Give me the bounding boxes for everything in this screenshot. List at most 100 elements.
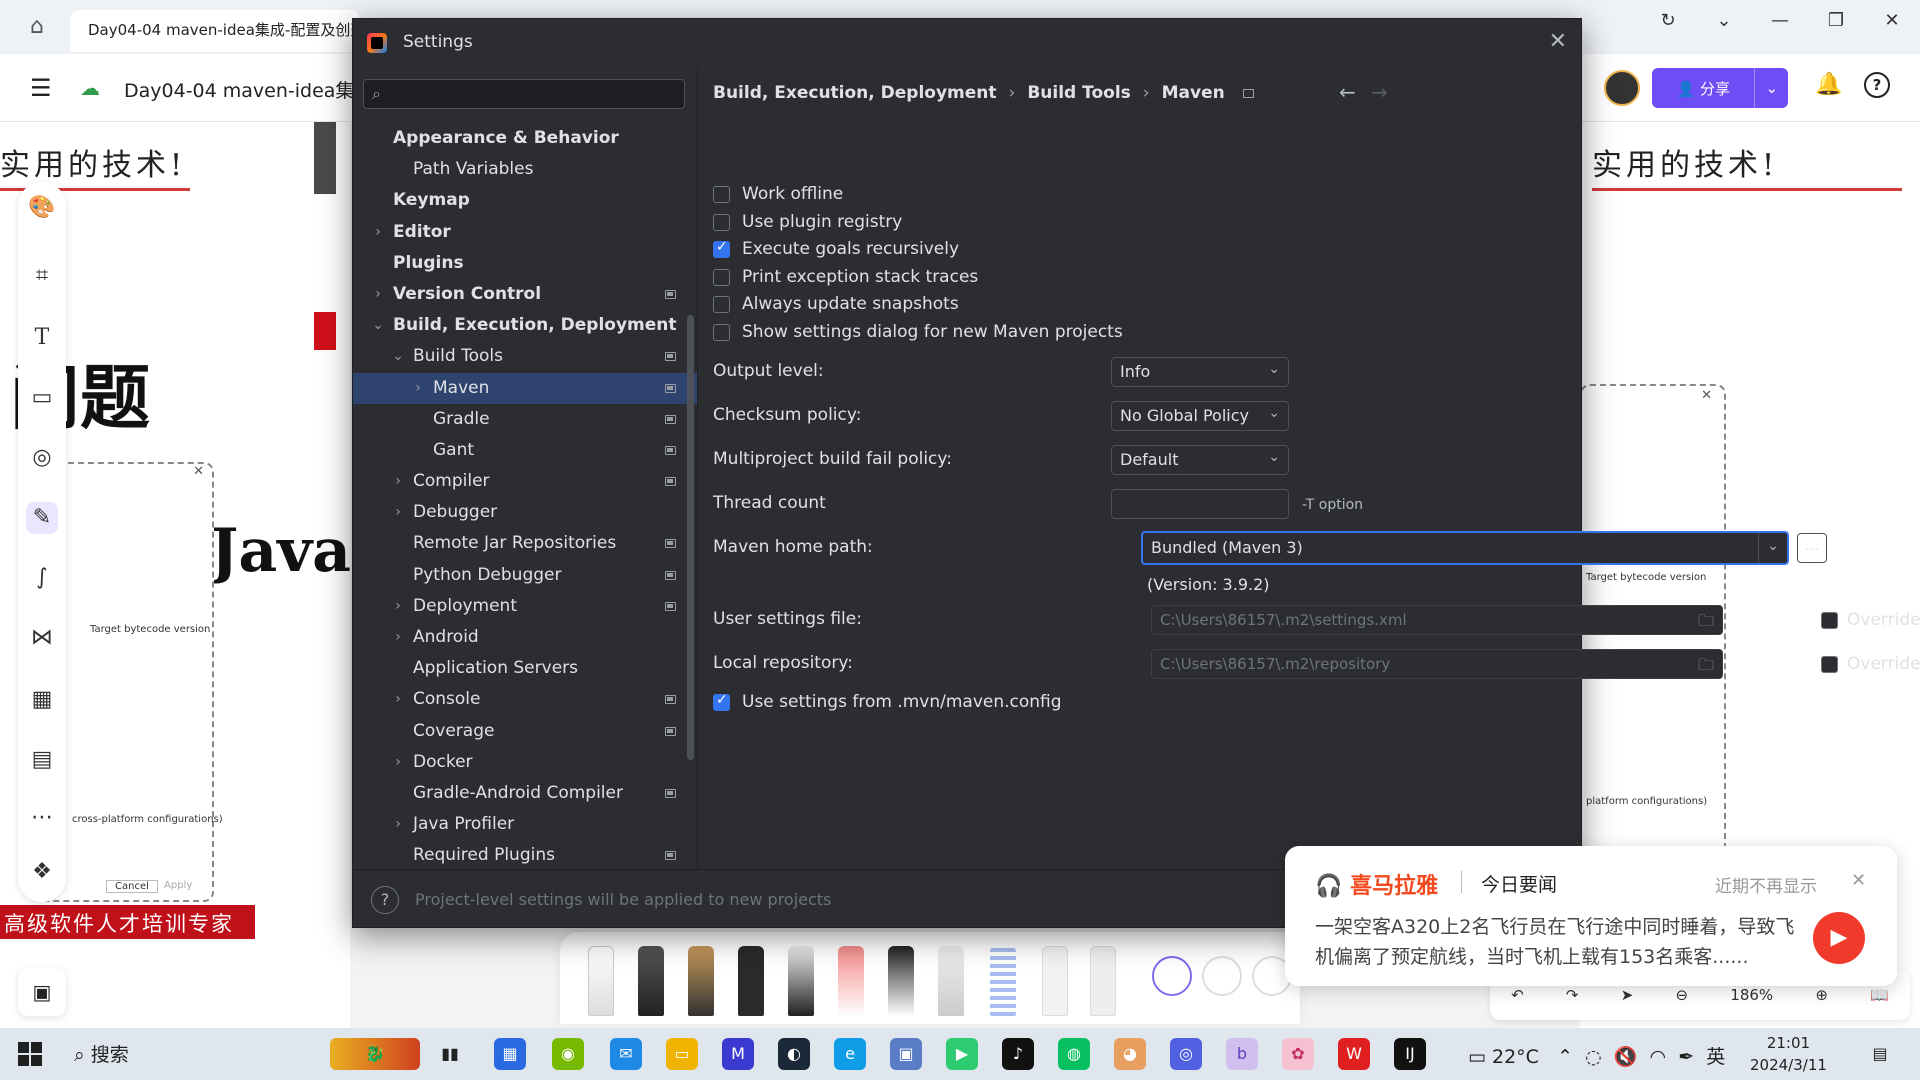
settings-tree-item[interactable]: Keymap	[353, 185, 697, 216]
zoom-level[interactable]: 186%	[1730, 986, 1773, 1004]
settings-tree-item[interactable]: ⌄ Build Tools	[353, 341, 697, 372]
document-title[interactable]: Day04-04 maven-idea集...	[124, 76, 373, 103]
chevron-right-icon[interactable]: ›	[391, 466, 405, 497]
thread-count-input[interactable]	[1111, 489, 1289, 519]
news-popup[interactable]: 🎧 喜马拉雅 今日要闻 近期不再显示 ✕ 一架空客A320上2名飞行员在飞行途中…	[1285, 846, 1897, 986]
text-box-icon[interactable]: ▤	[26, 744, 58, 776]
store-icon[interactable]: ▦	[494, 1038, 526, 1070]
app-icon[interactable]: ◎	[1170, 1038, 1202, 1070]
connector-icon[interactable]: ∫	[26, 562, 58, 594]
chevron-down-icon[interactable]: ⌄	[1754, 68, 1788, 108]
hide-recently-link[interactable]: 近期不再显示	[1715, 872, 1817, 897]
dragon-widget-icon[interactable]: 🐉	[330, 1038, 420, 1070]
nvidia-icon[interactable]: ◉	[552, 1038, 584, 1070]
book-icon[interactable]: 📖	[1870, 986, 1889, 1004]
minimize-button[interactable]: —	[1752, 10, 1808, 31]
bell-icon[interactable]: 🔔	[1815, 72, 1842, 97]
settings-tree-item[interactable]: › Deployment	[353, 591, 697, 622]
pen-tool[interactable]	[588, 946, 614, 1016]
chevron-down-icon[interactable]: ⌄	[1696, 10, 1752, 31]
fineliner-tool[interactable]	[788, 946, 814, 1016]
settings-tree-item[interactable]: › Version Control	[353, 279, 697, 310]
chevron-right-icon[interactable]: ›	[391, 809, 405, 840]
ruler-tool[interactable]	[1042, 946, 1068, 1016]
settings-tree-item[interactable]: Gant	[353, 435, 697, 466]
chevron-right-icon[interactable]: ›	[391, 497, 405, 528]
intellij-icon[interactable]: IJ	[1394, 1038, 1426, 1070]
maven-option-checkbox[interactable]	[713, 214, 730, 231]
settings-tree-item[interactable]: Plugins	[353, 248, 697, 279]
pencil-tool[interactable]	[688, 946, 714, 1016]
maven-option-checkbox[interactable]	[713, 186, 730, 203]
fail-policy-select[interactable]: Default ⌄	[1111, 445, 1289, 475]
settings-tree-item[interactable]: Path Variables	[353, 154, 697, 185]
maven-option-checkbox[interactable]	[713, 324, 730, 341]
avatar[interactable]	[1604, 70, 1640, 106]
stroke-size-medium[interactable]	[1202, 956, 1242, 996]
mail-icon[interactable]: ✉	[610, 1038, 642, 1070]
browse-maven-home-button[interactable]: ...	[1797, 533, 1827, 563]
home-icon[interactable]: ⌂	[30, 14, 58, 42]
file-explorer-icon[interactable]: ▭	[666, 1038, 698, 1070]
mindmap-icon[interactable]: ⋈	[26, 622, 58, 654]
tiktok-icon[interactable]: ♪	[1002, 1038, 1034, 1070]
settings-tree-item[interactable]: › Android	[353, 622, 697, 653]
texture-tool[interactable]	[990, 946, 1016, 1016]
wifi-icon[interactable]: ◠	[1650, 1046, 1667, 1068]
text-icon[interactable]: T	[26, 322, 58, 354]
refresh-icon[interactable]: ↻	[1640, 10, 1696, 31]
play-button[interactable]: ▶	[1813, 912, 1865, 964]
clock[interactable]: 21:01 2024/3/11	[1750, 1032, 1827, 1076]
pen-tray-icon[interactable]: ✒	[1678, 1046, 1694, 1068]
override-checkbox[interactable]	[1821, 612, 1838, 629]
palette-icon[interactable]: 🎨	[26, 192, 58, 224]
share-button[interactable]: 👤 分享 ⌄	[1652, 68, 1788, 108]
back-arrow-icon[interactable]: ←	[1339, 80, 1356, 104]
settings-tree-item[interactable]: › Console	[353, 684, 697, 715]
ime-indicator[interactable]: 英	[1706, 1046, 1725, 1068]
settings-tree-item[interactable]: Application Servers	[353, 653, 697, 684]
output-level-select[interactable]: Info ⌄	[1111, 357, 1289, 387]
settings-tree-item[interactable]: › Compiler	[353, 466, 697, 497]
dialog-title-bar[interactable]: Settings ✕	[353, 19, 1581, 67]
cone-tool[interactable]	[938, 946, 964, 1016]
volume-icon[interactable]: 🔇	[1614, 1046, 1638, 1068]
template-icon[interactable]: ❖	[26, 856, 58, 888]
task-view-icon[interactable]: ▮▮	[434, 1038, 466, 1070]
settings-tree-item[interactable]: ⌄ Build, Execution, Deployment	[353, 310, 697, 341]
network-icon[interactable]: ◌	[1585, 1046, 1602, 1068]
zoom-in-icon[interactable]: ⊕	[1815, 986, 1828, 1004]
settings-tree-item[interactable]: Remote Jar Repositories	[353, 528, 697, 559]
forward-arrow-icon[interactable]: →	[1371, 80, 1388, 104]
settings-tree-item[interactable]: Python Debugger	[353, 560, 697, 591]
settings-tree-item[interactable]: › Debugger	[353, 497, 697, 528]
local-repo-field[interactable]: C:\Users\86157\.m2\repository 🗀	[1151, 649, 1723, 679]
typora-icon[interactable]: M	[722, 1038, 754, 1070]
help-icon[interactable]: ?	[371, 886, 399, 914]
pointer-icon[interactable]: ➤	[1621, 986, 1634, 1004]
maven-option-checkbox[interactable]	[713, 269, 730, 286]
app-icon[interactable]: ▣	[890, 1038, 922, 1070]
maven-option-checkbox[interactable]	[713, 239, 730, 258]
edge-icon[interactable]: e	[834, 1038, 866, 1070]
eraser-tool[interactable]	[1090, 946, 1116, 1016]
chevron-right-icon[interactable]: ›	[391, 684, 405, 715]
browser-tab[interactable]: Day04-04 maven-idea集成-配置及创建	[70, 10, 360, 52]
chevron-right-icon[interactable]: ›	[391, 591, 405, 622]
close-icon[interactable]: ✕	[1549, 29, 1567, 54]
settings-tree-item[interactable]: Gradle	[353, 404, 697, 435]
settings-search-input[interactable]	[394, 84, 674, 104]
fountain-pen-tool[interactable]	[638, 946, 664, 1016]
weather-icon[interactable]: ▭	[1468, 1046, 1486, 1068]
chevron-up-icon[interactable]: ⌃	[1557, 1046, 1573, 1068]
chevron-down-icon[interactable]: ⌄	[1767, 538, 1779, 554]
notification-icon[interactable]: ▤	[1864, 1038, 1896, 1070]
chevron-down-icon[interactable]: ⌄	[391, 341, 405, 372]
pen-icon[interactable]: ✎	[26, 502, 58, 534]
wechat-icon[interactable]: ◍	[1058, 1038, 1090, 1070]
breadcrumb-item[interactable]: Build, Execution, Deployment	[713, 83, 997, 103]
settings-tree-item[interactable]: › Maven	[353, 372, 697, 404]
use-mvn-config-checkbox[interactable]	[713, 692, 730, 711]
settings-tree-item[interactable]: Required Plugins	[353, 840, 697, 869]
shape-icon[interactable]: ◎	[26, 442, 58, 474]
